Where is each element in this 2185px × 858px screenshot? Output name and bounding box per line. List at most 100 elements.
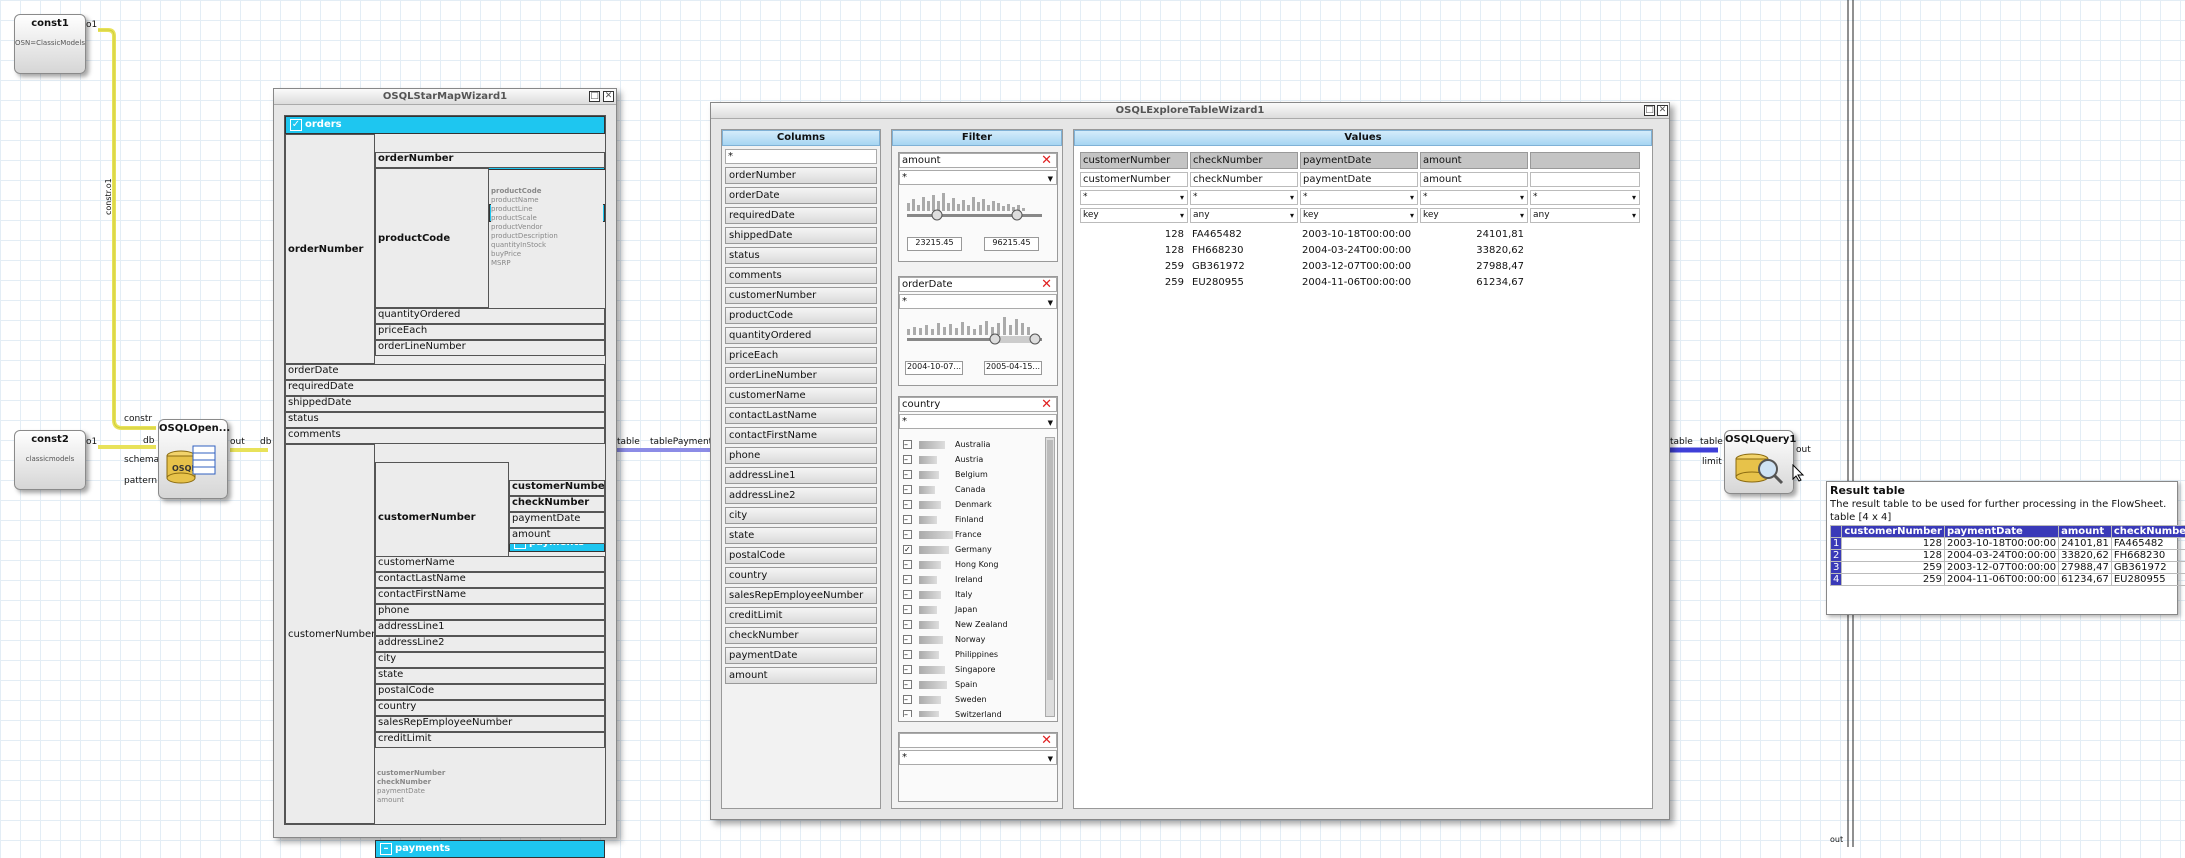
payment-field[interactable]: checkNumber (509, 496, 605, 512)
osql-open-node[interactable]: OSQLOpen... OSQL (158, 419, 228, 499)
amount-max[interactable]: 96215.45 (984, 237, 1039, 251)
customer-field[interactable]: contactLastName (375, 572, 605, 588)
product-field[interactable]: productVendor (491, 223, 603, 232)
product-field[interactable]: MSRP (491, 259, 603, 268)
orders-header[interactable]: ✓orders (285, 116, 605, 134)
open-port-constr[interactable]: constr (124, 414, 152, 424)
column-item-salesrepemployeenumber[interactable]: salesRepEmployeeNumber (725, 587, 877, 604)
value-column-field[interactable] (1530, 172, 1640, 187)
column-item-status[interactable]: status (725, 247, 877, 264)
order-field[interactable]: requiredDate (285, 380, 605, 396)
column-item-country[interactable]: country (725, 567, 877, 584)
country-item[interactable]: –Switzerland (899, 707, 1049, 717)
country-checkbox[interactable]: – (903, 575, 912, 584)
product-field[interactable]: productLine (491, 205, 603, 214)
customer-field[interactable]: addressLine1 (375, 620, 605, 636)
customer-field[interactable]: addressLine2 (375, 636, 605, 652)
column-item-shippeddate[interactable]: shippedDate (725, 227, 877, 244)
order-field[interactable]: shippedDate (285, 396, 605, 412)
value-column-field[interactable]: customerNumber (1080, 172, 1188, 187)
country-item[interactable]: –Hong Kong (899, 557, 1049, 572)
value-column-mode[interactable]: key (1420, 208, 1528, 223)
value-column-header[interactable] (1530, 152, 1640, 169)
column-item-addressline2[interactable]: addressLine2 (725, 487, 877, 504)
column-item-ordernumber[interactable]: orderNumber (725, 167, 877, 184)
orderdetails-ordernumber[interactable]: orderNumber (375, 152, 605, 168)
amount-min[interactable]: 23215.45 (907, 237, 962, 251)
product-field[interactable]: quantityInStock (491, 241, 603, 250)
explore-titlebar[interactable]: OSQLExploreTableWizard1 □ ✕ (711, 103, 1669, 119)
country-checkbox[interactable]: – (903, 650, 912, 659)
country-item[interactable]: –Sweden (899, 692, 1049, 707)
columns-search-input[interactable]: * (725, 149, 877, 164)
country-item[interactable]: –Singapore (899, 662, 1049, 677)
column-item-requireddate[interactable]: requiredDate (725, 207, 877, 224)
payments2-field[interactable]: amount (377, 796, 603, 805)
filter-country-select[interactable]: *▼ (899, 414, 1057, 429)
country-checkbox[interactable]: – (903, 695, 912, 704)
country-checkbox[interactable]: – (903, 665, 912, 674)
column-item-city[interactable]: city (725, 507, 877, 524)
product-field[interactable]: productScale (491, 214, 603, 223)
value-column-header[interactable]: customerNumber (1080, 152, 1188, 169)
column-item-priceeach[interactable]: priceEach (725, 347, 877, 364)
column-item-customername[interactable]: customerName (725, 387, 877, 404)
column-item-orderdate[interactable]: orderDate (725, 187, 877, 204)
value-column-field[interactable]: checkNumber (1190, 172, 1298, 187)
value-column-filter[interactable]: * (1530, 190, 1640, 205)
country-item[interactable]: –Spain (899, 677, 1049, 692)
filter-orderdate-name[interactable]: orderDate✕ (899, 277, 1057, 292)
customer-field[interactable]: city (375, 652, 605, 668)
country-checkbox[interactable]: – (903, 635, 912, 644)
country-item[interactable]: –Italy (899, 587, 1049, 602)
payment-field[interactable]: amount (509, 528, 605, 544)
country-item[interactable]: –Ireland (899, 572, 1049, 587)
payments2-field[interactable]: customerNumber (377, 769, 603, 778)
query-port-table[interactable]: table (1700, 437, 1723, 447)
customer-field[interactable]: postalCode (375, 684, 605, 700)
column-item-productcode[interactable]: productCode (725, 307, 877, 324)
customer-field[interactable]: creditLimit (375, 732, 605, 748)
country-checkbox[interactable]: – (903, 710, 912, 717)
open-port-pattern[interactable]: pattern (124, 476, 157, 486)
value-column-header[interactable]: paymentDate (1300, 152, 1418, 169)
maximize-button[interactable]: □ (1644, 105, 1655, 116)
column-item-contactfirstname[interactable]: contactFirstName (725, 427, 877, 444)
country-item[interactable]: –Finland (899, 512, 1049, 527)
customer-field[interactable]: phone (375, 604, 605, 620)
country-checkbox[interactable]: – (903, 455, 912, 464)
payments2-field[interactable]: checkNumber (377, 778, 603, 787)
product-field[interactable]: productDescription (491, 232, 603, 241)
query-port-limit[interactable]: limit (1702, 457, 1722, 467)
country-item[interactable]: –New Zealand (899, 617, 1049, 632)
explore-window[interactable]: OSQLExploreTableWizard1 □ ✕ Columns * or… (710, 102, 1670, 820)
column-item-comments[interactable]: comments (725, 267, 877, 284)
star-port-db[interactable]: db (260, 437, 271, 447)
country-item[interactable]: –Australia (899, 437, 1049, 452)
const1-node[interactable]: const1 OSN=ClassicModels (14, 14, 86, 74)
value-column-mode[interactable]: any (1530, 208, 1640, 223)
star-port-table[interactable]: table (617, 437, 640, 447)
close-button[interactable]: ✕ (603, 91, 614, 102)
open-port-schema[interactable]: schema (124, 455, 159, 465)
country-item[interactable]: –France (899, 527, 1049, 542)
customer-field[interactable]: salesRepEmployeeNumber (375, 716, 605, 732)
value-column-filter[interactable]: * (1190, 190, 1298, 205)
country-item[interactable]: –Philippines (899, 647, 1049, 662)
column-item-state[interactable]: state (725, 527, 877, 544)
value-column-mode[interactable]: any (1190, 208, 1298, 223)
country-checkbox[interactable]: – (903, 620, 912, 629)
order-field[interactable]: status (285, 412, 605, 428)
country-checkbox[interactable]: – (903, 515, 912, 524)
product-field[interactable]: productCode (491, 187, 603, 196)
const1-port-o1[interactable]: o1 (86, 20, 97, 30)
payment-field[interactable]: paymentDate (509, 512, 605, 528)
orders-checkbox[interactable]: ✓ (290, 119, 302, 131)
osql-query-node[interactable]: OSQLQuery1 (1724, 430, 1794, 494)
column-item-addressline1[interactable]: addressLine1 (725, 467, 877, 484)
star-map-titlebar[interactable]: OSQLStarMapWizard1 □ ✕ (274, 89, 616, 105)
column-item-quantityordered[interactable]: quantityOrdered (725, 327, 877, 344)
open-port-out[interactable]: out (230, 437, 245, 447)
detail-field[interactable]: priceEach (375, 324, 605, 340)
customer-field[interactable]: state (375, 668, 605, 684)
